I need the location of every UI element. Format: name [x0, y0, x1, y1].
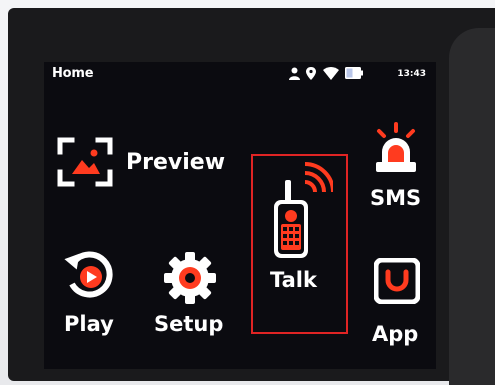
sms-tile[interactable]: SMS	[354, 122, 436, 222]
home-screen: Home 13:43 Preview Play Setup Talk SMS A…	[44, 62, 436, 369]
sms-label: SMS	[370, 186, 422, 210]
talk-tile[interactable]: Talk	[251, 154, 348, 334]
preview-tile[interactable]: Preview	[48, 128, 238, 198]
alarm-beacon-icon	[376, 122, 416, 172]
app-icon	[374, 258, 420, 304]
wifi-icon	[323, 67, 339, 80]
app-label: App	[372, 322, 419, 346]
battery-icon	[345, 67, 363, 79]
device-photo: Home 13:43 Preview Play Setup Talk SMS A…	[0, 0, 495, 385]
bezel-edge	[449, 28, 495, 385]
setup-label: Setup	[154, 312, 224, 336]
status-clock: 13:43	[397, 69, 426, 79]
user-icon	[289, 67, 300, 80]
play-label: Play	[64, 312, 114, 336]
talk-label: Talk	[270, 268, 317, 292]
status-bar: Home 13:43	[44, 62, 436, 86]
gear-icon	[164, 252, 216, 304]
app-tile[interactable]: App	[354, 258, 436, 368]
walkie-talkie-icon	[274, 162, 333, 258]
play-tile[interactable]: Play	[48, 244, 138, 354]
setup-tile[interactable]: Setup	[144, 244, 238, 354]
preview-label: Preview	[126, 150, 226, 175]
preview-icon	[57, 137, 113, 187]
location-icon	[306, 67, 316, 80]
replay-icon	[64, 251, 113, 298]
screen-title: Home	[52, 66, 94, 81]
